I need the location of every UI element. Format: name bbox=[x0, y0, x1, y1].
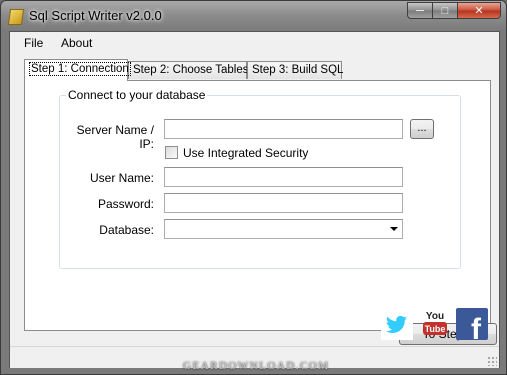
app-icon bbox=[7, 9, 25, 25]
maximize-icon: □ bbox=[441, 4, 449, 17]
facebook-icon: f bbox=[471, 313, 482, 346]
tab-panel-connection: Connect to your database Server Name / I… bbox=[24, 80, 497, 345]
connection-groupbox: Connect to your database Server Name / I… bbox=[59, 88, 461, 269]
twitter-icon bbox=[386, 315, 407, 333]
watermark: GEARDOWNLOAD.COM bbox=[183, 360, 330, 372]
chevron-down-icon[interactable] bbox=[390, 227, 398, 231]
window-controls: ─ □ ✕ bbox=[407, 2, 501, 20]
minimize-icon: ─ bbox=[416, 4, 424, 17]
user-name-input[interactable] bbox=[164, 167, 403, 187]
window-title: Sql Script Writer v2.0.0 bbox=[29, 8, 162, 23]
twitter-link[interactable] bbox=[381, 308, 413, 340]
tab-step2-choose-tables[interactable]: Step 2: Choose Tables bbox=[128, 61, 249, 79]
menu-file[interactable]: File bbox=[24, 36, 43, 50]
client-area: File About Step 1: Connection Step 2: Ch… bbox=[9, 31, 500, 368]
tab-label: Step 2: Choose Tables bbox=[133, 64, 249, 76]
password-input[interactable] bbox=[164, 193, 403, 213]
group-title: Connect to your database bbox=[66, 88, 208, 102]
database-label: Database: bbox=[99, 223, 154, 237]
close-icon: ✕ bbox=[474, 5, 484, 17]
menu-bar: File About bbox=[10, 32, 499, 54]
facebook-link[interactable]: f bbox=[456, 308, 488, 346]
integrated-security-checkbox[interactable] bbox=[165, 146, 178, 159]
svg-text:You: You bbox=[426, 311, 444, 322]
minimize-button[interactable]: ─ bbox=[407, 2, 433, 19]
tab-label: Step 1: Connection bbox=[29, 62, 131, 76]
server-input[interactable] bbox=[164, 119, 403, 139]
youtube-icon: You Tube bbox=[423, 311, 447, 335]
svg-text:f: f bbox=[471, 313, 482, 340]
svg-text:Tube: Tube bbox=[425, 324, 446, 334]
close-button[interactable]: ✕ bbox=[458, 2, 501, 19]
password-label: Password: bbox=[97, 197, 154, 211]
maximize-button[interactable]: □ bbox=[433, 2, 458, 19]
resize-grip-icon[interactable] bbox=[487, 356, 497, 366]
database-combobox[interactable] bbox=[164, 219, 403, 239]
browse-server-button[interactable]: ... bbox=[410, 119, 434, 139]
tab-step3-build-sql[interactable]: Step 3: Build SQL bbox=[247, 61, 344, 79]
app-window: Sql Script Writer v2.0.0 ─ □ ✕ File Abou… bbox=[0, 0, 507, 375]
youtube-link[interactable]: You Tube bbox=[422, 308, 448, 338]
menu-about[interactable]: About bbox=[61, 36, 92, 50]
tab-step1-connection[interactable]: Step 1: Connection bbox=[24, 59, 131, 81]
tab-label: Step 3: Build SQL bbox=[252, 64, 344, 76]
server-label: Server Name / IP: bbox=[76, 123, 154, 151]
user-name-label: User Name: bbox=[89, 171, 154, 185]
integrated-security-label[interactable]: Use Integrated Security bbox=[183, 146, 308, 160]
title-bar[interactable]: Sql Script Writer v2.0.0 ─ □ ✕ bbox=[1, 1, 506, 31]
